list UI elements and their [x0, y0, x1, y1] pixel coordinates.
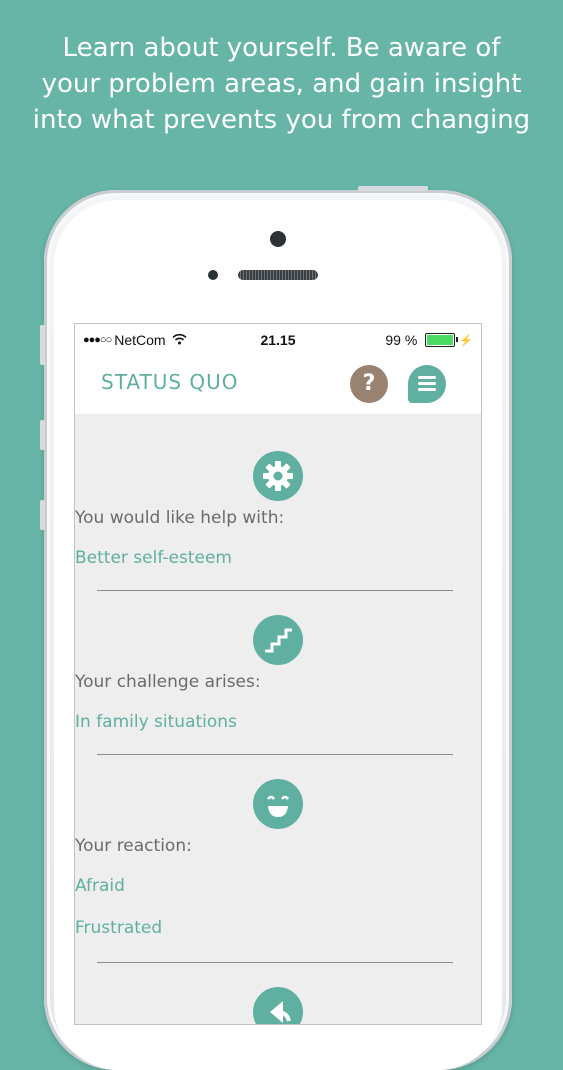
battery-icon	[425, 333, 459, 347]
earpiece-speaker	[238, 270, 318, 280]
menu-button[interactable]	[408, 365, 446, 403]
back-arrow-icon	[253, 987, 303, 1024]
gear-icon	[253, 451, 303, 501]
power-button	[358, 186, 428, 191]
battery-tip	[456, 337, 459, 342]
question-icon: ?	[362, 371, 376, 396]
status-content: You would like help with: Better self-es…	[75, 414, 481, 1024]
mute-switch	[40, 325, 45, 365]
volume-down-button	[40, 500, 45, 530]
phone-screen: ●●●○○ NetCom 21.15 99 % ⚡ STATUS QUO ? Y…	[74, 323, 482, 1025]
headline-line-1: Learn about yourself. Be aware of	[62, 33, 501, 63]
status-bar: ●●●○○ NetCom 21.15 99 % ⚡	[75, 324, 481, 356]
battery-info: 99 % ⚡	[385, 332, 473, 348]
section-value-help-with[interactable]: Better self-esteem	[75, 548, 481, 568]
front-camera	[270, 231, 286, 247]
charging-icon: ⚡	[459, 334, 473, 347]
proximity-sensor	[208, 270, 218, 280]
smiley-icon	[253, 779, 303, 829]
headline-line-3: into what prevents you from changing	[32, 105, 531, 135]
section-value-reaction-1[interactable]: Afraid	[75, 876, 481, 896]
battery-percent: 99 %	[385, 332, 418, 348]
app-header: STATUS QUO ?	[75, 356, 481, 414]
section-label-challenge: Your challenge arises:	[75, 672, 261, 692]
section-divider	[97, 754, 453, 755]
app-title: STATUS QUO	[101, 370, 239, 394]
volume-up-button	[40, 420, 45, 450]
section-divider	[97, 590, 453, 591]
section-divider	[97, 962, 453, 963]
section-value-challenge[interactable]: In family situations	[75, 712, 481, 732]
section-label-help-with: You would like help with:	[75, 508, 285, 528]
section-label-reaction: Your reaction:	[75, 836, 192, 856]
stairs-icon	[253, 615, 303, 665]
help-button[interactable]: ?	[350, 365, 388, 403]
section-value-reaction-2[interactable]: Frustrated	[75, 918, 481, 938]
promo-headline: Learn about yourself. Be aware of your p…	[0, 30, 563, 138]
headline-line-2: your problem areas, and gain insight	[41, 69, 522, 99]
battery-fill	[427, 335, 454, 345]
